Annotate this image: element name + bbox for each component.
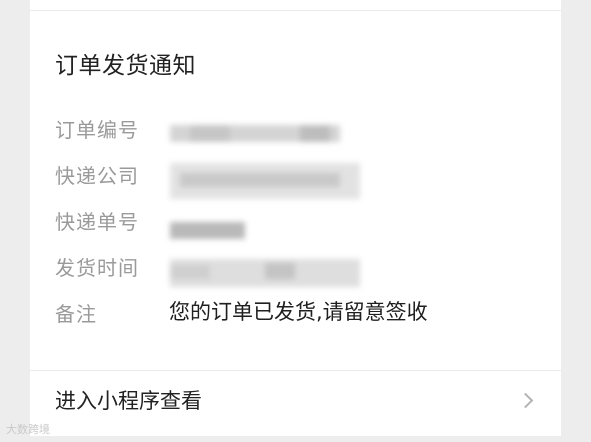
- notification-title: 订单发货通知: [55, 53, 196, 79]
- ship-time-label: 发货时间: [55, 256, 139, 280]
- remark-label: 备注: [55, 302, 97, 326]
- top-divider: [30, 10, 561, 11]
- remark-value: 您的订单已发货,请留意签收: [169, 300, 428, 324]
- watermark: 大数跨境: [6, 423, 50, 436]
- notification-card[interactable]: 订单发货通知 订单编号 快递公司 快递单号 发货时间 备注 您的订单已发货,请留…: [30, 0, 561, 436]
- open-mini-program-label: 进入小程序查看: [55, 389, 202, 413]
- courier-company-label: 快递公司: [55, 164, 139, 188]
- ship-time-redacted-value: [170, 259, 360, 287]
- chevron-right-icon: [517, 392, 534, 409]
- tracking-number-redacted-value: [170, 222, 245, 239]
- page: 订单发货通知 订单编号 快递公司 快递单号 发货时间 备注 您的订单已发货,请留…: [0, 0, 591, 442]
- courier-company-redacted-value: [170, 163, 360, 199]
- order-number-label: 订单编号: [55, 118, 139, 142]
- open-mini-program-link[interactable]: 进入小程序查看: [30, 371, 561, 431]
- tracking-number-label: 快递单号: [55, 210, 139, 234]
- order-number-redacted-value: [170, 125, 340, 142]
